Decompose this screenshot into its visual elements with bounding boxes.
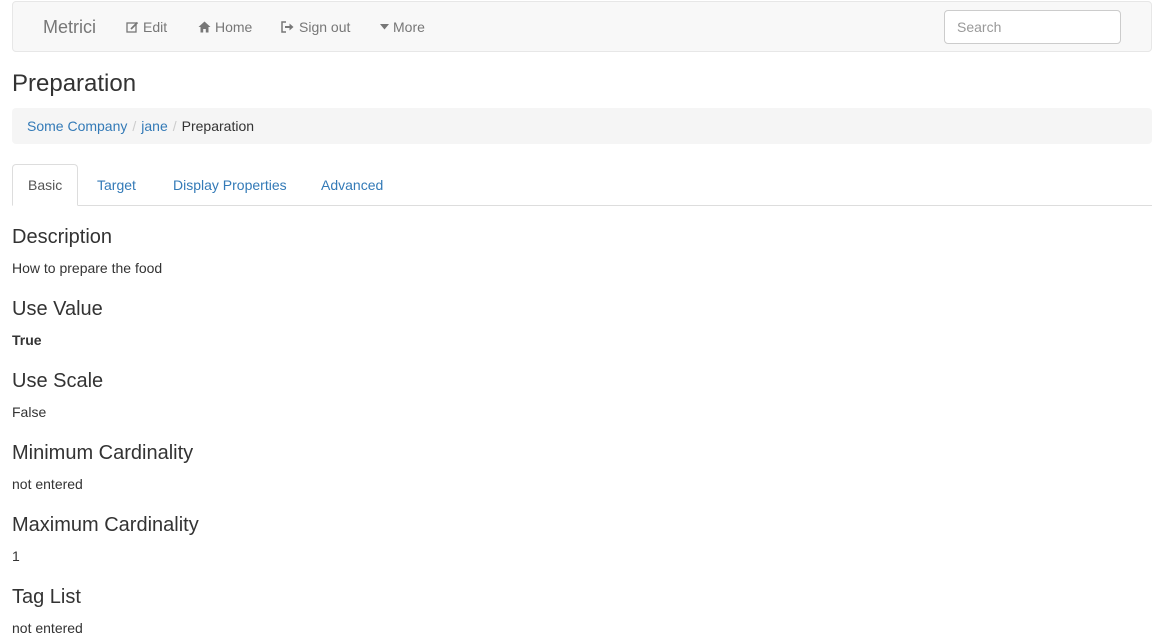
caret-down-icon	[380, 24, 389, 30]
breadcrumb-link-company[interactable]: Some Company	[27, 116, 127, 136]
sign-out-link[interactable]: Sign out	[281, 18, 350, 36]
minimum-cardinality-value: not entered	[12, 476, 83, 492]
edit-icon	[126, 21, 139, 34]
tag-list-value: not entered	[12, 620, 83, 636]
tab-basic[interactable]: Basic	[12, 164, 79, 206]
tab-display-properties[interactable]: Display Properties	[157, 164, 303, 206]
breadcrumb-active: Preparation	[181, 118, 255, 134]
description-heading: Description	[12, 226, 113, 248]
edit-link-label: Edit	[143, 19, 168, 35]
use-scale-value: False	[12, 404, 47, 420]
edit-link[interactable]: Edit	[126, 18, 167, 36]
description-value: How to prepare the food	[12, 260, 163, 276]
use-value-heading: Use Value	[12, 298, 103, 320]
more-dropdown-label: More	[393, 19, 425, 35]
use-scale-heading: Use Scale	[12, 370, 104, 392]
home-icon	[198, 21, 211, 33]
page-title: Preparation	[12, 70, 137, 97]
breadcrumb-separator: /	[132, 118, 137, 134]
tab-target[interactable]: Target	[81, 164, 152, 206]
search-input[interactable]	[944, 10, 1121, 44]
maximum-cardinality-value: 1	[12, 548, 20, 564]
breadcrumb: Some Company / jane / Preparation	[12, 108, 1152, 144]
tab-bar: Basic Target Display Properties Advanced	[12, 164, 1152, 206]
maximum-cardinality-heading: Maximum Cardinality	[12, 514, 199, 536]
navbar: Metrici Edit Home Sign out More Search	[12, 1, 1152, 52]
breadcrumb-separator: /	[172, 118, 177, 134]
breadcrumb-link-user[interactable]: jane	[141, 116, 167, 136]
sign-out-link-label: Sign out	[299, 19, 351, 35]
tab-advanced[interactable]: Advanced	[305, 164, 399, 206]
more-dropdown[interactable]: More	[380, 18, 425, 36]
tag-list-heading: Tag List	[12, 586, 81, 608]
home-link[interactable]: Home	[198, 18, 252, 36]
sign-out-icon	[281, 21, 295, 33]
minimum-cardinality-heading: Minimum Cardinality	[12, 442, 194, 464]
use-value-value: True	[12, 332, 42, 348]
home-link-label: Home	[215, 19, 253, 35]
brand-link[interactable]: Metrici	[43, 17, 96, 37]
